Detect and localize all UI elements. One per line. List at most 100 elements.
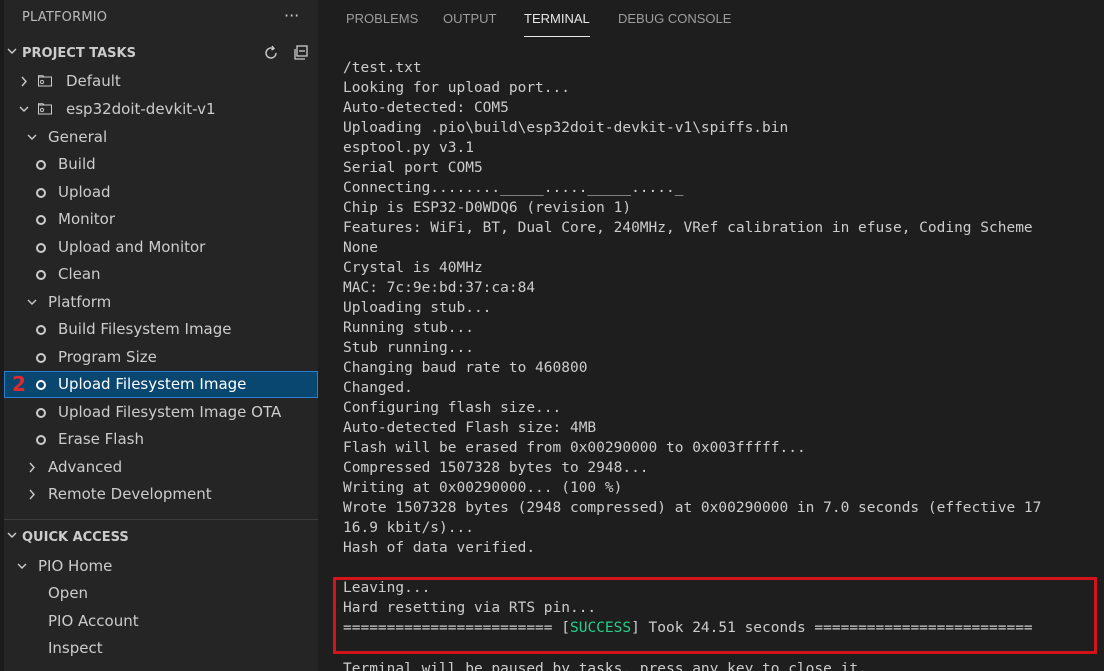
- tab-terminal[interactable]: TERMINAL: [524, 11, 590, 26]
- terminal-scrollbar[interactable]: [1096, 40, 1104, 671]
- task-program-size[interactable]: Program Size: [4, 344, 318, 371]
- terminal-output[interactable]: /test.txt Looking for upload port... Auto-…: [343, 58, 1093, 638]
- task-clean[interactable]: Clean: [4, 261, 318, 288]
- terminal-pause-message: Terminal will be paused by tasks, press …: [343, 661, 867, 671]
- tree-group-label: Platform: [48, 293, 112, 311]
- quick-access-label: Open: [48, 584, 89, 602]
- terminal-line: Uploading stub...: [343, 300, 492, 316]
- task-label: Upload Filesystem Image OTA: [58, 403, 282, 421]
- task-circle-icon: [36, 408, 46, 418]
- task-erase-flash[interactable]: Erase Flash: [4, 426, 318, 453]
- tree-item-default[interactable]: Default: [4, 68, 318, 95]
- terminal-line: Running stub...: [343, 320, 474, 336]
- task-upload[interactable]: Upload: [4, 179, 318, 206]
- terminal-line: 16.9 kbit/s)...: [343, 520, 474, 536]
- section-quick-access[interactable]: QUICK ACCESS: [4, 528, 318, 550]
- terminal-line: Chip is ESP32-D0WDQ6 (revision 1): [343, 200, 632, 216]
- task-monitor[interactable]: Monitor: [4, 206, 318, 233]
- task-circle-icon: [36, 243, 46, 253]
- active-tab-indicator: [524, 36, 590, 37]
- task-label: Build: [58, 155, 96, 173]
- terminal-line: Crystal is 40MHz: [343, 260, 483, 276]
- task-circle-icon: [36, 215, 46, 225]
- terminal-line: Writing at 0x00290000... (100 %): [343, 480, 623, 496]
- quick-access-label: Inspect: [48, 639, 103, 657]
- task-circle-icon: [36, 270, 46, 280]
- task-circle-icon: [36, 188, 46, 198]
- chevron-right-icon: [26, 481, 38, 518]
- task-circle-icon: [36, 325, 46, 335]
- tree-group-advanced[interactable]: Advanced: [4, 454, 318, 481]
- terminal-line: MAC: 7c:9e:bd:37:ca:84: [343, 280, 536, 296]
- terminal-line: /test.txt: [343, 60, 422, 76]
- highlight-box: [333, 577, 1097, 654]
- task-label: Upload and Monitor: [58, 238, 206, 256]
- terminal-line: Uploading .pio\build\esp32doit-devkit-v1…: [343, 120, 789, 136]
- task-label: Upload: [58, 183, 111, 201]
- tab-output[interactable]: OUTPUT: [443, 11, 496, 26]
- terminal-line: Connecting........_____....._____....._: [343, 180, 684, 196]
- terminal-line: Features: WiFi, BT, Dual Core, 240MHz, V…: [343, 220, 1033, 236]
- tree-group-label: PIO Home: [38, 557, 113, 575]
- task-circle-icon: [36, 380, 46, 390]
- task-upload-filesystem-image[interactable]: 2 Upload Filesystem Image: [4, 371, 318, 398]
- terminal-line: Auto-detected: COM5: [343, 100, 509, 116]
- section-label: PROJECT TASKS: [22, 46, 136, 61]
- bottom-panel: PROBLEMS OUTPUT TERMINAL DEBUG CONSOLE /…: [318, 0, 1104, 671]
- terminal-line: Looking for upload port...: [343, 80, 570, 96]
- terminal-line: esptool.py v3.1: [343, 140, 474, 156]
- project-folder-icon: [38, 103, 52, 115]
- refresh-icon[interactable]: [262, 44, 280, 66]
- tree-group-platform[interactable]: Platform: [4, 289, 318, 316]
- chevron-down-icon: [6, 529, 18, 544]
- terminal-line: Changing baud rate to 460800: [343, 360, 588, 376]
- quick-access-pio-account[interactable]: PIO Account: [4, 608, 318, 635]
- sidebar-title: PLATFORMIO: [22, 10, 108, 25]
- tree-item-label: Default: [66, 72, 121, 90]
- section-project-tasks[interactable]: PROJECT TASKS: [4, 44, 318, 66]
- task-circle-icon: [36, 435, 46, 445]
- tab-debug-console[interactable]: DEBUG CONSOLE: [618, 11, 731, 26]
- task-label: Monitor: [58, 210, 116, 228]
- task-label: Clean: [58, 265, 101, 283]
- terminal-line: Serial port COM5: [343, 160, 483, 176]
- terminal-line: Auto-detected Flash size: 4MB: [343, 420, 597, 436]
- task-upload-filesystem-image-ota[interactable]: Upload Filesystem Image OTA: [4, 399, 318, 426]
- task-circle-icon: [36, 353, 46, 363]
- task-label: Program Size: [58, 348, 157, 366]
- ellipsis-icon[interactable]: ···: [284, 6, 299, 25]
- task-upload-and-monitor[interactable]: Upload and Monitor: [4, 234, 318, 261]
- task-build[interactable]: Build: [4, 151, 318, 178]
- task-build-filesystem-image[interactable]: Build Filesystem Image: [4, 316, 318, 343]
- terminal-line: Compressed 1507328 bytes to 2948...: [343, 460, 649, 476]
- quick-access-open[interactable]: Open: [4, 580, 318, 607]
- terminal-line: None: [343, 240, 378, 256]
- project-folder-icon: [38, 75, 52, 87]
- terminal-line: Stub running...: [343, 340, 474, 356]
- task-label: Erase Flash: [58, 430, 144, 448]
- tree-group-remote-development[interactable]: Remote Development: [4, 481, 318, 508]
- terminal-line: Changed.: [343, 380, 413, 396]
- tree-group-label: Advanced: [48, 458, 123, 476]
- task-circle-icon: [36, 160, 46, 170]
- annotation-number: 2: [12, 372, 26, 396]
- tree-group-label: Remote Development: [48, 485, 212, 503]
- terminal-line: Configuring flash size...: [343, 400, 562, 416]
- sidebar: PLATFORMIO ··· PROJECT TASKS Default esp…: [0, 0, 318, 671]
- terminal-line: Flash will be erased from 0x00290000 to …: [343, 440, 806, 456]
- collapse-all-icon[interactable]: [292, 44, 310, 66]
- tree-group-label: General: [48, 128, 108, 146]
- tree-item-label: esp32doit-devkit-v1: [66, 100, 216, 118]
- panel-tabs: PROBLEMS OUTPUT TERMINAL DEBUG CONSOLE: [318, 0, 1104, 40]
- terminal-line: Wrote 1507328 bytes (2948 compressed) at…: [343, 500, 1042, 516]
- tree-group-general[interactable]: General: [4, 124, 318, 151]
- quick-access-inspect[interactable]: Inspect: [4, 635, 318, 662]
- tab-problems[interactable]: PROBLEMS: [346, 11, 418, 26]
- section-divider: [4, 519, 318, 520]
- tree-group-pio-home[interactable]: PIO Home: [4, 553, 318, 580]
- quick-access-label: PIO Account: [48, 612, 139, 630]
- tree-item-env[interactable]: esp32doit-devkit-v1: [4, 96, 318, 123]
- terminal-line: Hash of data verified.: [343, 540, 536, 556]
- task-label: Build Filesystem Image: [58, 320, 232, 338]
